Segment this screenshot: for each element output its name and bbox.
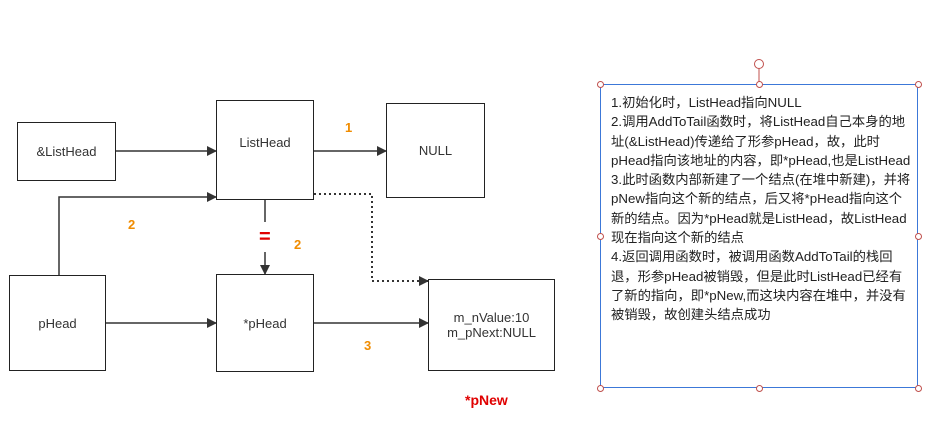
selection-frame	[758, 68, 760, 84]
resize-handle-top-left[interactable]	[597, 81, 604, 88]
resize-handle-middle-right[interactable]	[915, 233, 922, 240]
resize-handle-bottom-right[interactable]	[915, 385, 922, 392]
resize-handle-middle-left[interactable]	[597, 233, 604, 240]
resize-handle-top-center[interactable]	[756, 81, 763, 88]
resize-handle-bottom-left[interactable]	[597, 385, 604, 392]
resize-handle-top-right[interactable]	[915, 81, 922, 88]
rotate-handle[interactable]	[754, 59, 764, 69]
resize-handle-bottom-center[interactable]	[756, 385, 763, 392]
